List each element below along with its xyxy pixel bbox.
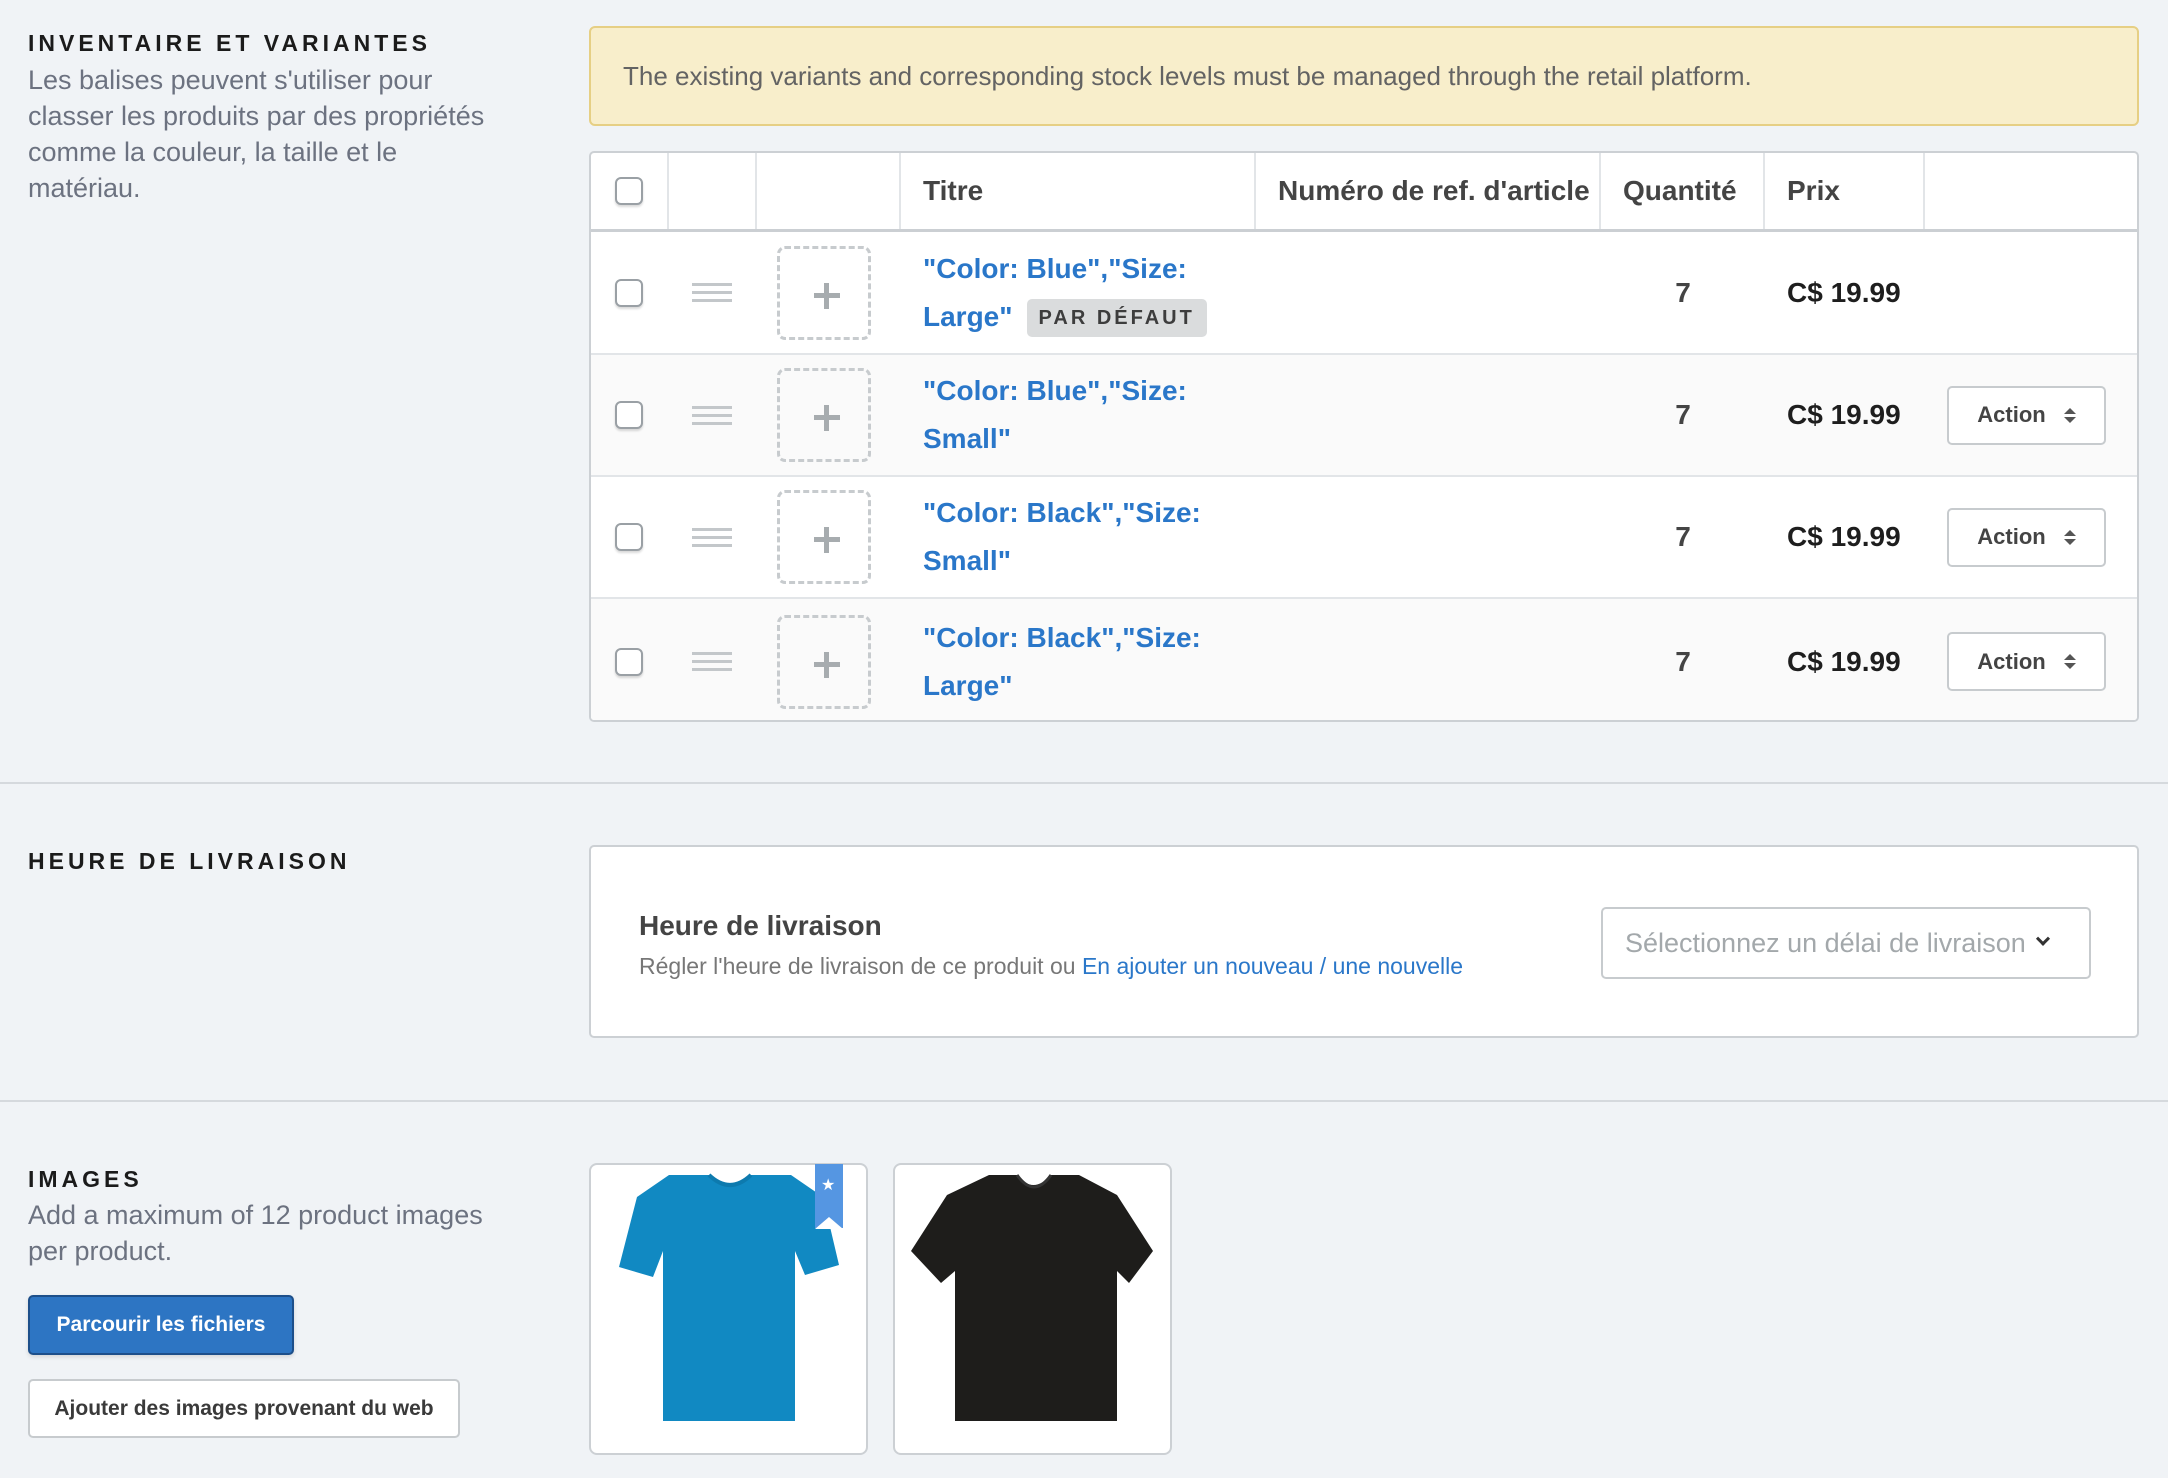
row-checkbox[interactable] — [615, 278, 643, 307]
delivery-time-select[interactable]: Sélectionnez un délai de livraison — [1601, 907, 2091, 979]
add-image-plus-icon[interactable] — [777, 368, 871, 462]
inventory-section-title: INVENTAIRE ET VARIANTES — [28, 30, 431, 56]
select-placeholder: Sélectionnez un délai de livraison — [1625, 927, 2026, 958]
drag-handle-icon[interactable] — [692, 527, 732, 547]
column-header-price: Prix — [1787, 175, 1840, 206]
sku-cell — [1256, 355, 1601, 475]
table-row: "Color: Black","Size: Large" 7 C$ 19.99 … — [591, 599, 2137, 720]
table-header-row: Titre Numéro de ref. d'article Quantité … — [591, 153, 2137, 232]
header-quantity-cell[interactable]: Quantité — [1601, 153, 1765, 229]
table-row: "Color: Blue","Size: Small" 7 C$ 19.99 A… — [591, 355, 2137, 477]
header-title-cell[interactable]: Titre — [901, 153, 1256, 229]
variant-title-link[interactable]: "Color: Black","Size: Small" — [901, 489, 1201, 585]
inventory-section-description: Les balises peuvent s'utiliser pour clas… — [28, 65, 485, 203]
default-badge: PAR DÉFAUT — [1026, 299, 1207, 338]
product-image-thumbnail[interactable]: ★ — [589, 1163, 868, 1455]
variant-title-line1: "Color: Black","Size: — [923, 621, 1201, 653]
column-header-title: Titre — [923, 175, 984, 206]
header-sku-cell[interactable]: Numéro de ref. d'article — [1256, 153, 1601, 229]
chevron-down-icon — [2035, 931, 2050, 946]
action-label: Action — [1977, 524, 2046, 549]
price-cell: C$ 19.99 — [1787, 645, 1901, 677]
star-icon: ★ — [821, 1177, 836, 1194]
variant-title-line2: Small" — [923, 423, 1011, 454]
variants-table: Titre Numéro de ref. d'article Quantité … — [589, 151, 2139, 722]
delivery-section-title: HEURE DE LIVRAISON — [28, 848, 351, 874]
browse-files-button[interactable]: Parcourir les fichiers — [28, 1295, 294, 1355]
variant-title-line2: Small" — [923, 545, 1011, 576]
header-action-cell — [1925, 153, 2137, 229]
variant-title-line1: "Color: Black","Size: — [923, 497, 1201, 528]
section-divider — [0, 1100, 2168, 1102]
delivery-card: Heure de livraison Régler l'heure de liv… — [589, 845, 2139, 1038]
warning-text: The existing variants and corresponding … — [623, 60, 1752, 91]
select-all-checkbox[interactable] — [615, 177, 643, 205]
sort-updown-icon — [2063, 529, 2076, 545]
drag-handle-icon[interactable] — [692, 283, 732, 302]
variant-title-link[interactable]: "Color: Blue","Size: Large" PAR DÉFAUT — [901, 245, 1207, 341]
delivery-card-title: Heure de livraison — [639, 910, 882, 941]
add-image-plus-icon[interactable] — [777, 614, 871, 709]
variant-title-line1: "Color: Blue","Size: — [923, 375, 1187, 406]
quantity-cell: 7 — [1675, 645, 1691, 677]
images-section-description: Add a maximum of 12 product images per p… — [28, 1200, 483, 1266]
variant-title-line2: Large" — [923, 669, 1013, 701]
sku-cell — [1256, 599, 1601, 720]
variant-title-link[interactable]: "Color: Black","Size: Large" — [901, 614, 1201, 710]
action-dropdown-button[interactable]: Action — [1947, 385, 2106, 445]
sku-cell — [1256, 232, 1601, 353]
column-header-quantity: Quantité — [1623, 175, 1737, 206]
delivery-card-text: Régler l'heure de livraison de ce produi… — [639, 953, 1463, 980]
variant-title-link[interactable]: "Color: Blue","Size: Small" — [901, 367, 1187, 463]
quantity-cell: 7 — [1675, 276, 1691, 308]
variants-warning-banner: The existing variants and corresponding … — [589, 26, 2139, 126]
header-image-cell — [757, 153, 901, 229]
action-dropdown-button[interactable]: Action — [1947, 632, 2106, 691]
featured-ribbon: ★ — [815, 1164, 843, 1229]
header-select-cell — [591, 153, 669, 229]
add-new-delivery-link[interactable]: En ajouter un nouveau / une nouvelle — [1082, 953, 1463, 979]
add-web-images-button[interactable]: Ajouter des images provenant du web — [28, 1379, 460, 1438]
variant-title-line1: "Color: Blue","Size: — [923, 252, 1187, 284]
quantity-cell: 7 — [1675, 399, 1691, 430]
add-image-plus-icon[interactable] — [777, 245, 871, 340]
sort-updown-icon — [2063, 407, 2076, 423]
row-checkbox[interactable] — [615, 647, 643, 676]
variant-title-line2: Large" — [923, 300, 1013, 332]
price-cell: C$ 19.99 — [1787, 276, 1901, 308]
row-checkbox[interactable] — [615, 523, 643, 551]
add-image-plus-icon[interactable] — [777, 490, 871, 584]
price-cell: C$ 19.99 — [1787, 399, 1901, 430]
sort-updown-icon — [2063, 654, 2076, 669]
action-label: Action — [1977, 648, 2046, 674]
action-cell-empty — [1925, 232, 2137, 353]
section-divider — [0, 782, 2168, 784]
images-section-title: IMAGES — [28, 1166, 143, 1192]
black-tshirt-image — [911, 1174, 1153, 1421]
product-image-thumbnail[interactable] — [893, 1163, 1172, 1455]
header-price-cell[interactable]: Prix — [1765, 153, 1925, 229]
column-header-sku: Numéro de ref. d'article — [1278, 175, 1590, 206]
drag-handle-icon[interactable] — [692, 652, 732, 671]
table-row: "Color: Black","Size: Small" 7 C$ 19.99 … — [591, 477, 2137, 599]
action-label: Action — [1977, 402, 2046, 427]
quantity-cell: 7 — [1675, 521, 1691, 552]
action-dropdown-button[interactable]: Action — [1947, 507, 2106, 567]
header-drag-cell — [669, 153, 757, 229]
table-row: "Color: Blue","Size: Large" PAR DÉFAUT 7 … — [591, 232, 2137, 355]
delivery-help-text: Régler l'heure de livraison de ce produi… — [639, 953, 1082, 979]
row-checkbox[interactable] — [615, 401, 643, 429]
drag-handle-icon[interactable] — [692, 405, 732, 425]
price-cell: C$ 19.99 — [1787, 521, 1901, 552]
sku-cell — [1256, 477, 1601, 597]
